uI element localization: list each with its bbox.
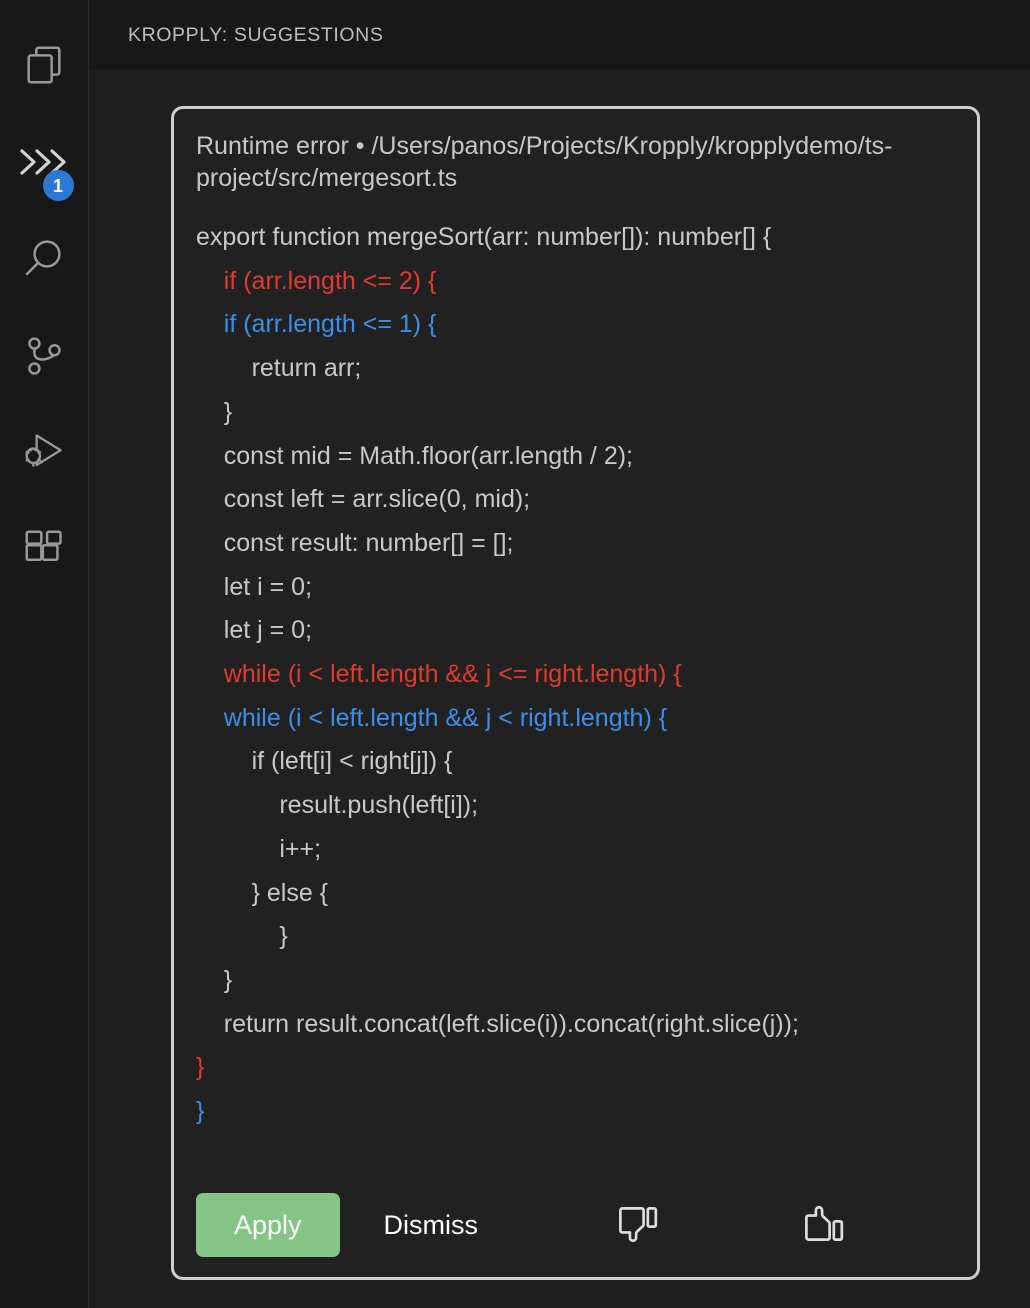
code-line-context: if (left[i] < right[j]) { (196, 747, 453, 776)
sidebar-item-extensions[interactable] (0, 501, 89, 598)
apply-button[interactable]: Apply (196, 1193, 340, 1257)
suggestion-count-badge: 1 (42, 170, 74, 201)
sidebar-item-run-and-debug[interactable] (0, 404, 89, 501)
search-icon (20, 235, 68, 283)
code-diff-block: export function mergeSort(arr: number[])… (196, 216, 955, 1179)
activity-bar: 1 (0, 0, 89, 1308)
thumbs-down-icon (616, 1200, 664, 1251)
kropply-suggestions-window: 1 KROPPLY: SUGGESTIONS Runtime error • /… (0, 0, 1030, 1308)
code-line-context: return result.concat(left.slice(i)).conc… (196, 1009, 799, 1038)
code-line-context: const mid = Math.floor(arr.length / 2); (196, 441, 633, 470)
code-line-removed: } (196, 1053, 205, 1082)
thumbs-down-button[interactable] (608, 1193, 672, 1257)
panel-header: KROPPLY: SUGGESTIONS (89, 0, 1030, 70)
suggestions-panel: KROPPLY: SUGGESTIONS Runtime error • /Us… (89, 0, 1030, 1308)
panel-body: Runtime error • /Users/panos/Projects/Kr… (89, 70, 1030, 1308)
code-line-context: let j = 0; (196, 616, 313, 645)
code-line-context: } (196, 922, 288, 951)
suggestion-title: Runtime error • /Users/panos/Projects/Kr… (196, 132, 893, 192)
code-line-context: const result: number[] = []; (196, 528, 514, 557)
run-debug-icon (20, 429, 68, 477)
code-line-context: } else { (196, 878, 329, 907)
page-title: KROPPLY: SUGGESTIONS (128, 23, 384, 46)
code-line-context: } (196, 965, 233, 994)
code-line-context: result.push(left[i]); (196, 791, 479, 820)
sidebar-item-kropply-suggestions[interactable]: 1 (0, 113, 89, 210)
code-line-context: } (196, 397, 233, 426)
code-line-context: return arr; (196, 354, 362, 383)
extensions-icon (21, 527, 67, 573)
code-line-added: while (i < left.length && j < right.leng… (196, 703, 668, 732)
code-line-removed: if (arr.length <= 2) { (196, 266, 437, 295)
thumbs-up-button[interactable] (794, 1193, 858, 1257)
code-line-added: if (arr.length <= 1) { (196, 310, 437, 339)
code-line-context: export function mergeSort(arr: number[])… (196, 223, 772, 251)
thumbs-up-icon (802, 1200, 850, 1251)
code-line-context: let i = 0; (196, 572, 313, 601)
dismiss-button[interactable]: Dismiss (356, 1193, 507, 1257)
sidebar-item-source-control[interactable] (0, 307, 89, 404)
code-line-removed: while (i < left.length && j <= right.len… (196, 660, 682, 689)
card-actions: Apply Dismiss (196, 1193, 955, 1257)
code-line-context: i++; (196, 834, 322, 863)
sidebar-item-explorer[interactable] (0, 16, 89, 113)
source-control-icon (21, 333, 67, 379)
sidebar-item-search[interactable] (0, 210, 89, 307)
suggestion-card: Runtime error • /Users/panos/Projects/Kr… (171, 106, 980, 1280)
code-line-context: const left = arr.slice(0, mid); (196, 485, 531, 514)
files-icon (21, 42, 67, 88)
code-line-added: } (196, 1097, 205, 1126)
